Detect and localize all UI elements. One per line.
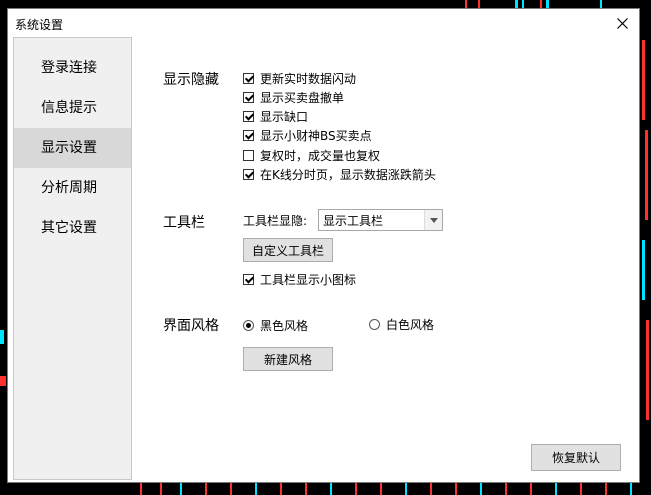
option-order-cancel[interactable]: 显示买卖盘撤单 bbox=[243, 89, 344, 105]
option-show-gap[interactable]: 显示缺口 bbox=[243, 108, 308, 124]
close-icon bbox=[616, 17, 628, 29]
sidebar-item-login[interactable]: 登录连接 bbox=[14, 48, 131, 88]
option-label: 显示买卖盘撤单 bbox=[260, 90, 345, 105]
option-label: 显示小财神BS买卖点 bbox=[260, 128, 372, 143]
option-label: 在K线分时页，显示数据涨跌箭头 bbox=[260, 167, 436, 182]
close-button[interactable] bbox=[611, 13, 633, 33]
checkbox[interactable] bbox=[243, 168, 254, 180]
settings-sidebar: 登录连接 信息提示 显示设置 分析周期 其它设置 bbox=[13, 37, 132, 480]
option-label: 更新实时数据闪动 bbox=[260, 71, 357, 86]
sidebar-item-display[interactable]: 显示设置 bbox=[14, 128, 131, 168]
toolbar-section-label: 工具栏 bbox=[163, 215, 205, 231]
sidebar-item-periods[interactable]: 分析周期 bbox=[14, 168, 131, 208]
customize-toolbar-button[interactable]: 自定义工具栏 bbox=[243, 238, 333, 262]
new-style-button[interactable]: 新建风格 bbox=[243, 347, 333, 371]
chevron-down-icon[interactable] bbox=[424, 210, 442, 230]
option-change-arrows[interactable]: 在K线分时页，显示数据涨跌箭头 bbox=[243, 166, 436, 182]
window-title: 系统设置 bbox=[15, 18, 64, 32]
chart-bars-bottom bbox=[140, 483, 632, 495]
option-label: 显示缺口 bbox=[260, 109, 309, 124]
option-label: 工具栏显示小图标 bbox=[260, 272, 357, 287]
checkbox[interactable] bbox=[243, 129, 254, 141]
sidebar-item-other[interactable]: 其它设置 bbox=[14, 208, 131, 248]
checkbox[interactable] bbox=[243, 91, 254, 103]
display-hide-section-label: 显示隐藏 bbox=[163, 72, 219, 88]
restore-defaults-button[interactable]: 恢复默认 bbox=[531, 444, 621, 471]
option-label: 黑色风格 bbox=[260, 318, 309, 333]
option-realtime-flash[interactable]: 更新实时数据闪动 bbox=[243, 70, 356, 86]
style-option-white[interactable]: 白色风格 bbox=[369, 316, 434, 332]
chart-bars-top bbox=[465, 0, 602, 8]
select-value: 显示工具栏 bbox=[323, 213, 384, 228]
style-option-black[interactable]: 黑色风格 bbox=[243, 317, 308, 333]
radio-button[interactable] bbox=[369, 318, 380, 330]
checkbox[interactable] bbox=[243, 110, 254, 122]
checkbox[interactable] bbox=[243, 273, 254, 285]
option-label: 复权时，成交量也复权 bbox=[260, 148, 381, 163]
title-bar: 系统设置 bbox=[8, 9, 639, 37]
sidebar-item-notifications[interactable]: 信息提示 bbox=[14, 88, 131, 128]
radio-button[interactable] bbox=[243, 319, 254, 331]
checkbox[interactable] bbox=[243, 72, 254, 84]
option-label: 白色风格 bbox=[386, 317, 435, 332]
toolbar-display-select[interactable]: 显示工具栏 bbox=[318, 209, 443, 231]
option-toolbar-small-icons[interactable]: 工具栏显示小图标 bbox=[243, 271, 356, 287]
toolbar-display-label: 工具栏显隐: bbox=[243, 214, 308, 228]
option-bs-points[interactable]: 显示小财神BS买卖点 bbox=[243, 127, 372, 143]
option-volume-adjust[interactable]: 复权时，成交量也复权 bbox=[243, 147, 380, 163]
style-section-label: 界面风格 bbox=[163, 318, 219, 334]
checkbox[interactable] bbox=[243, 149, 254, 161]
settings-dialog: 系统设置 登录连接 信息提示 显示设置 分析周期 其它设置 显示隐藏 更新实时数… bbox=[7, 8, 640, 483]
